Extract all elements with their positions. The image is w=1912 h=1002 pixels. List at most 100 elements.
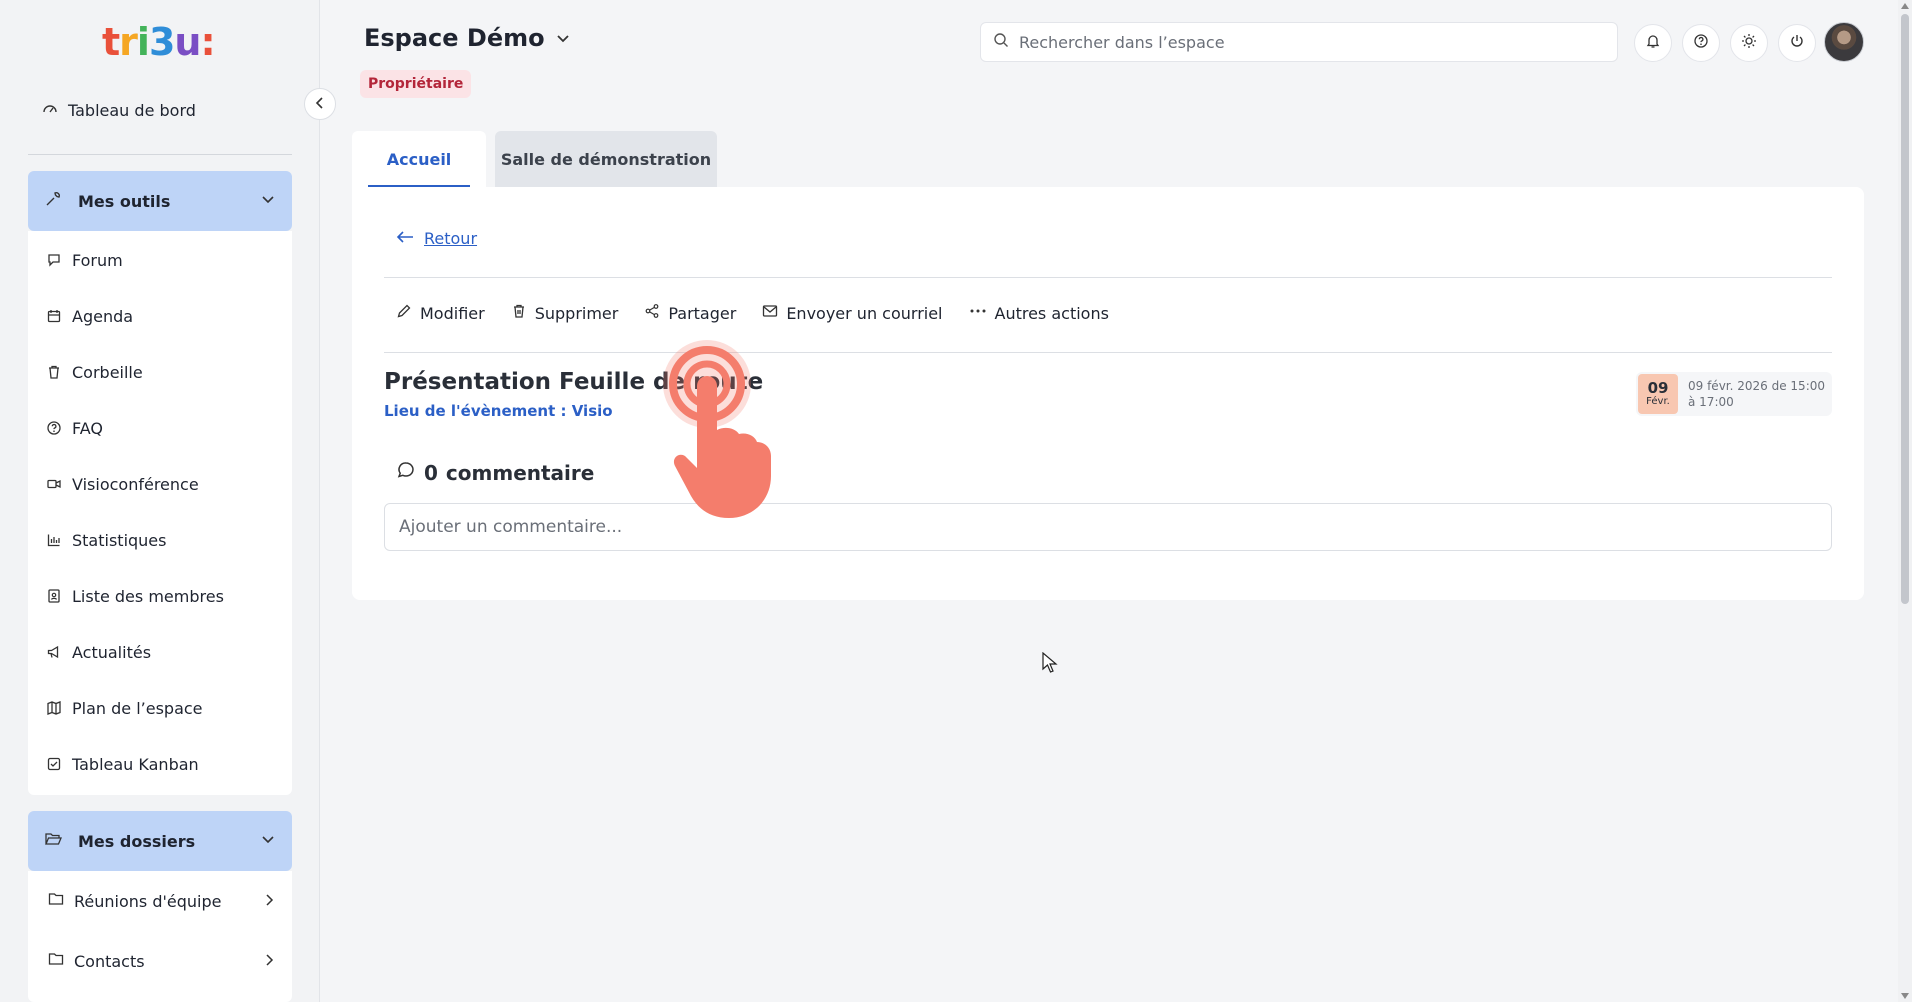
sidebar-item-label: Agenda [72,306,134,326]
sidebar-item-trash[interactable]: Corbeille [28,344,292,400]
tools-group-label: Mes outils [78,191,171,211]
arrow-left-icon [396,229,414,248]
action-label: Modifier [420,303,485,323]
sidebar-item-label: Statistiques [72,530,167,550]
trash-icon [511,303,527,323]
user-avatar[interactable] [1824,22,1864,62]
wrench-icon [44,190,62,212]
mouse-cursor-icon [1042,652,1058,673]
send-email-button[interactable]: Envoyer un courriel [762,297,943,329]
action-label: Envoyer un courriel [786,303,943,323]
edit-button[interactable]: Modifier [396,297,485,329]
comments-label: commentaire [445,460,595,485]
trash-icon [44,364,64,380]
tab-demo-room[interactable]: Salle de démonstration [495,131,717,187]
tab-label: Accueil [386,149,452,169]
sidebar-item-forum[interactable]: Forum [28,232,292,288]
action-label: Partager [668,303,737,323]
space-selector[interactable]: Espace Démo [364,24,571,52]
sidebar-item-label: Tableau Kanban [72,754,199,774]
folder-open-icon [44,830,62,852]
folders-list: Réunions d'équipe Contacts [28,871,292,1002]
date-day: 09 [1647,379,1669,397]
page-scrollbar[interactable] [1898,0,1912,1002]
share-button[interactable]: Partager [644,297,736,329]
chevron-down-icon [260,831,276,851]
help-icon [1693,33,1709,53]
pencil-icon [396,303,412,323]
tools-list: Forum Agenda Corbeille FAQ Visioconféren… [28,231,292,795]
mail-icon [762,303,778,323]
help-button[interactable] [1682,24,1720,62]
sidebar-item-label: Tableau de bord [68,100,196,120]
comment-input[interactable] [384,503,1832,551]
sidebar-item-label: Corbeille [72,362,143,382]
sidebar-item-kanban[interactable]: Tableau Kanban [28,736,292,792]
event-location: Lieu de l'évènement : Visio [384,402,613,420]
date-badge: 09 Févr. [1638,374,1678,414]
search-input[interactable] [1019,32,1617,52]
scroll-thumb[interactable] [1901,14,1909,604]
sidebar: tri3u: Tableau de bord Mes outils Forum … [0,0,320,1002]
folder-item-team-meetings[interactable]: Réunions d'équipe [28,871,292,931]
members-icon [44,588,64,604]
sidebar-collapse-button[interactable] [304,88,336,120]
sidebar-item-label: FAQ [72,418,103,438]
chevron-down-icon [260,191,276,211]
event-actions: Modifier Supprimer Partager Envoyer un c… [396,297,1109,329]
space-title: Espace Démo [364,24,545,52]
sidebar-item-video[interactable]: Visioconférence [28,456,292,512]
date-range: 09 févr. 2026 de 15:00 à 17:00 [1688,379,1826,409]
sidebar-item-news[interactable]: Actualités [28,624,292,680]
scroll-up-icon[interactable] [1901,3,1909,9]
logout-button[interactable] [1778,24,1816,62]
help-icon [44,420,64,436]
sidebar-divider [28,154,292,155]
sun-icon [1741,33,1757,53]
comment-icon [396,460,416,485]
tab-home[interactable]: Accueil [352,131,486,187]
folder-item-label: Contacts [74,951,145,971]
date-month: Févr. [1646,396,1670,407]
sidebar-item-members[interactable]: Liste des membres [28,568,292,624]
sidebar-item-faq[interactable]: FAQ [28,400,292,456]
notifications-button[interactable] [1634,24,1672,62]
folder-item-label: Réunions d'équipe [74,891,222,911]
theme-toggle-button[interactable] [1730,24,1768,62]
chevron-right-icon [262,892,276,911]
sidebar-item-agenda[interactable]: Agenda [28,288,292,344]
event-date: 09 Févr. 09 févr. 2026 de 15:00 à 17:00 [1636,372,1832,416]
search-icon [993,32,1009,52]
power-icon [1789,33,1805,53]
folders-group-header[interactable]: Mes dossiers [28,811,292,871]
sidebar-item-dashboard[interactable]: Tableau de bord [42,100,196,120]
share-icon [644,303,660,323]
sidebar-item-label: Actualités [72,642,152,662]
role-badge: Propriétaire [360,70,472,98]
more-horizontal-icon [969,303,987,323]
comments-count: 0 [424,460,438,485]
divider [384,352,1832,353]
chevron-right-icon [262,952,276,971]
search-box [980,22,1618,62]
delete-button[interactable]: Supprimer [511,297,618,329]
folder-icon [48,951,64,971]
tools-group-header[interactable]: Mes outils [28,171,292,231]
folder-item-contacts[interactable]: Contacts [28,931,292,991]
megaphone-icon [44,644,64,660]
chevron-left-icon [313,95,327,114]
more-actions-button[interactable]: Autres actions [969,297,1109,329]
back-label: Retour [424,229,478,248]
sidebar-item-map[interactable]: Plan de l’espace [28,680,292,736]
back-link[interactable]: Retour [396,229,477,248]
map-icon [44,700,64,716]
sidebar-item-stats[interactable]: Statistiques [28,512,292,568]
sidebar-item-label: Plan de l’espace [72,698,203,718]
dashboard-icon [42,100,58,120]
tribu-logo[interactable]: tri3u: [102,22,216,62]
event-card: Retour Modifier Supprimer Partager Envoy… [352,187,1864,600]
chevron-down-icon [555,24,571,52]
event-title: Présentation Feuille de route [384,369,764,395]
scroll-down-icon[interactable] [1901,993,1909,999]
checkbox-icon [44,756,64,772]
